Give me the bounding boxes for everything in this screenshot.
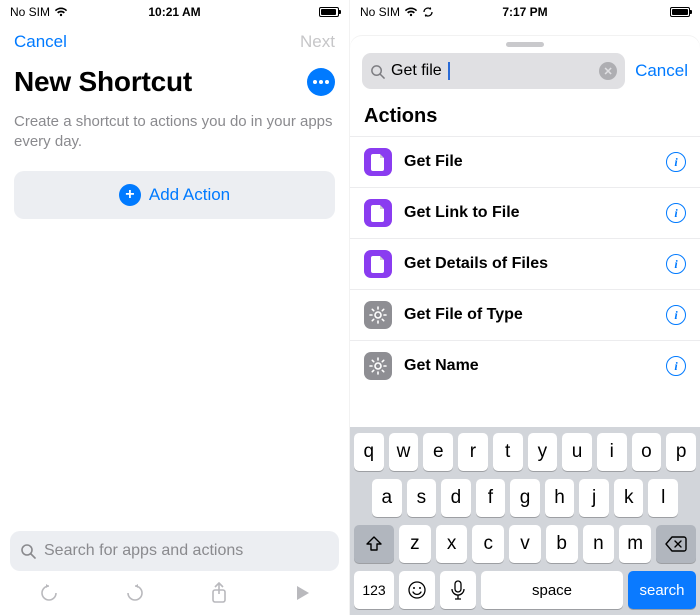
file-icon	[364, 250, 392, 278]
info-icon[interactable]: i	[666, 305, 686, 325]
key-x[interactable]: x	[436, 525, 468, 563]
key-m[interactable]: m	[619, 525, 651, 563]
info-icon[interactable]: i	[666, 254, 686, 274]
emoji-key[interactable]	[399, 571, 435, 609]
key-y[interactable]: y	[528, 433, 558, 471]
info-icon[interactable]: i	[666, 356, 686, 376]
keyboard-row-1: qwertyuiop	[354, 433, 696, 471]
action-label: Get Name	[404, 357, 479, 375]
sync-icon	[422, 6, 434, 18]
nav-bar: Cancel Next	[0, 24, 349, 60]
mic-key[interactable]	[440, 571, 476, 609]
key-d[interactable]: d	[441, 479, 471, 517]
key-v[interactable]: v	[509, 525, 541, 563]
key-o[interactable]: o	[632, 433, 662, 471]
key-j[interactable]: j	[579, 479, 609, 517]
key-h[interactable]: h	[545, 479, 575, 517]
numbers-key[interactable]: 123	[354, 571, 394, 609]
action-item[interactable]: Get Details of Files i	[350, 238, 700, 289]
clear-button[interactable]: ✕	[599, 62, 617, 80]
key-c[interactable]: c	[472, 525, 504, 563]
info-icon[interactable]: i	[666, 203, 686, 223]
key-i[interactable]: i	[597, 433, 627, 471]
key-e[interactable]: e	[423, 433, 453, 471]
battery-icon	[319, 7, 339, 17]
carrier-label: No SIM	[10, 5, 50, 19]
cancel-button[interactable]: Cancel	[14, 32, 67, 52]
search-input[interactable]: Search for apps and actions	[10, 531, 339, 571]
undo-icon[interactable]	[38, 582, 60, 604]
text-caret	[448, 62, 450, 80]
gear-icon	[364, 301, 392, 329]
search-row: Get file ✕ Cancel	[350, 53, 700, 99]
redo-icon[interactable]	[124, 582, 146, 604]
key-n[interactable]: n	[583, 525, 615, 563]
key-k[interactable]: k	[614, 479, 644, 517]
keyboard-row-2: asdfghjkl	[354, 479, 696, 517]
action-item[interactable]: Get File of Type i	[350, 289, 700, 340]
key-s[interactable]: s	[407, 479, 437, 517]
search-key[interactable]: search	[628, 571, 696, 609]
key-l[interactable]: l	[648, 479, 678, 517]
search-placeholder: Search for apps and actions	[44, 542, 243, 560]
search-query: Get file	[391, 62, 442, 80]
more-button[interactable]	[307, 68, 335, 96]
sheet-grabber[interactable]	[506, 42, 544, 47]
keyboard-row-3: zxcvbnm	[354, 525, 696, 563]
gear-icon	[364, 352, 392, 380]
action-list: Get FileiGet Link to FileiGet Details of…	[350, 136, 700, 391]
wifi-icon	[54, 7, 68, 17]
carrier-label: No SIM	[360, 5, 400, 19]
wifi-icon	[404, 7, 418, 17]
backspace-key[interactable]	[656, 525, 696, 563]
status-bar: No SIM 7:17 PM	[350, 0, 700, 24]
key-w[interactable]: w	[389, 433, 419, 471]
status-bar: No SIM 10:21 AM	[0, 0, 349, 24]
key-f[interactable]: f	[476, 479, 506, 517]
action-picker-sheet: Get file ✕ Cancel Actions Get FileiGet L…	[350, 36, 700, 615]
shift-key[interactable]	[354, 525, 394, 563]
phone-right: No SIM 7:17 PM CN Get file ✕	[350, 0, 700, 615]
key-z[interactable]: z	[399, 525, 431, 563]
key-t[interactable]: t	[493, 433, 523, 471]
cancel-button[interactable]: Cancel	[635, 61, 688, 81]
action-item[interactable]: Get File i	[350, 136, 700, 187]
search-icon	[370, 64, 385, 79]
ellipsis-icon	[313, 80, 329, 84]
key-p[interactable]: p	[666, 433, 696, 471]
subtitle: Create a shortcut to actions you do in y…	[0, 106, 349, 171]
search-icon	[20, 543, 36, 559]
key-u[interactable]: u	[562, 433, 592, 471]
share-icon[interactable]	[209, 582, 229, 604]
file-icon	[364, 199, 392, 227]
keyboard-row-4: 123 space search	[354, 571, 696, 609]
key-g[interactable]: g	[510, 479, 540, 517]
page-title: New Shortcut	[14, 66, 192, 98]
add-action-label: Add Action	[149, 185, 230, 205]
keyboard: qwertyuiop asdfghjkl zxcvbnm 123 space s…	[350, 427, 700, 615]
key-q[interactable]: q	[354, 433, 384, 471]
next-button[interactable]: Next	[300, 32, 335, 52]
action-label: Get Details of Files	[404, 255, 548, 273]
key-a[interactable]: a	[372, 479, 402, 517]
add-action-button[interactable]: + Add Action	[14, 171, 335, 219]
key-r[interactable]: r	[458, 433, 488, 471]
phone-left: No SIM 10:21 AM Cancel Next New Shortcut…	[0, 0, 350, 615]
action-item[interactable]: Get Name i	[350, 340, 700, 391]
search-input[interactable]: Get file ✕	[362, 53, 625, 89]
section-title: Actions	[350, 99, 700, 136]
plus-icon: +	[119, 184, 141, 206]
bottom-toolbar	[0, 575, 349, 615]
action-label: Get File	[404, 153, 463, 171]
title-row: New Shortcut	[0, 60, 349, 106]
play-icon[interactable]	[293, 584, 311, 602]
key-b[interactable]: b	[546, 525, 578, 563]
action-label: Get Link to File	[404, 204, 520, 222]
action-item[interactable]: Get Link to File i	[350, 187, 700, 238]
action-label: Get File of Type	[404, 306, 523, 324]
file-icon	[364, 148, 392, 176]
info-icon[interactable]: i	[666, 152, 686, 172]
battery-icon	[670, 7, 690, 17]
space-key[interactable]: space	[481, 571, 623, 609]
